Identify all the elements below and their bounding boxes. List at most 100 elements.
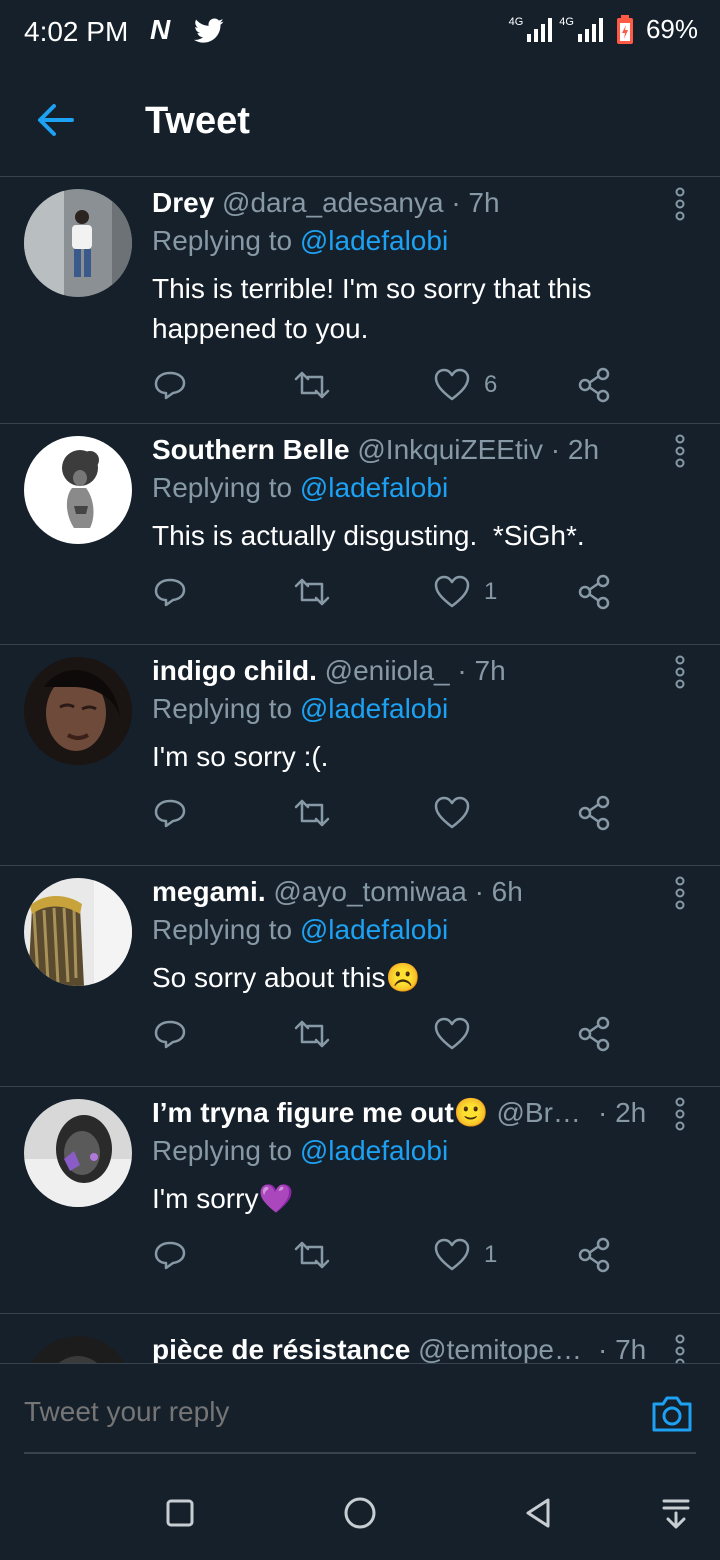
retweet-icon xyxy=(294,578,330,606)
replying-to: Replying to @ladefalobi xyxy=(152,914,449,945)
reply-button[interactable] xyxy=(152,1235,188,1275)
avatar[interactable] xyxy=(24,878,132,986)
tweet-actions: 1 xyxy=(152,572,622,612)
tweet-item[interactable]: I’m tryna figure me out🙂 @Br… · 2h Reply… xyxy=(0,1087,720,1314)
retweet-icon xyxy=(294,371,330,399)
more-options-icon[interactable] xyxy=(670,187,690,221)
tweet-actions: 6 xyxy=(152,365,622,405)
share-button[interactable] xyxy=(576,1014,612,1054)
heart-icon xyxy=(434,368,470,401)
tweet-text: I'm sorry💜 xyxy=(152,1183,294,1214)
like-button[interactable] xyxy=(434,1014,484,1054)
retweet-button[interactable] xyxy=(292,572,332,612)
reply-icon xyxy=(154,371,186,400)
more-options-icon[interactable] xyxy=(670,1097,690,1131)
square-icon[interactable] xyxy=(160,1493,200,1533)
tweet-timestamp: · 7h xyxy=(451,187,500,218)
tweet-item[interactable]: indigo child. @eniiola_ · 7h Replying to… xyxy=(0,645,720,866)
mention-link[interactable]: @ladefalobi xyxy=(300,693,448,724)
tweet-author-handle: @InkquiZEEtiv xyxy=(357,434,543,465)
reply-icon xyxy=(154,1241,186,1270)
tweet-author-name[interactable]: Drey xyxy=(152,187,214,218)
tweet-reply-input[interactable] xyxy=(24,1388,624,1436)
like-button[interactable] xyxy=(434,793,484,833)
heart-icon xyxy=(434,575,470,608)
network-type-label: 4G xyxy=(508,15,524,28)
avatar[interactable] xyxy=(24,1099,132,1207)
notification-pull-icon[interactable] xyxy=(656,1493,696,1533)
heart-icon xyxy=(434,1238,470,1271)
reply-button[interactable] xyxy=(152,365,188,405)
composer-divider xyxy=(24,1452,696,1454)
tweet-actions: 1 xyxy=(152,1235,622,1275)
more-options-icon[interactable] xyxy=(670,876,690,910)
tweet-item[interactable]: pièce de résistance @temitope… · 7h xyxy=(0,1314,720,1363)
like-button[interactable]: 1 xyxy=(434,1235,497,1275)
tweet-author-name[interactable]: Southern Belle xyxy=(152,434,350,465)
replying-to: Replying to @ladefalobi xyxy=(152,472,449,503)
reply-button[interactable] xyxy=(152,572,188,612)
reply-button[interactable] xyxy=(152,1014,188,1054)
tweet-author-handle: @ayo_tomiwaa xyxy=(273,876,467,907)
battery-icon xyxy=(616,14,633,44)
tweet-text: This is terrible! I'm so sorry that this… xyxy=(152,273,592,344)
camera-icon[interactable] xyxy=(650,1394,694,1434)
mention-link[interactable]: @ladefalobi xyxy=(300,1135,448,1166)
share-button[interactable] xyxy=(576,793,612,833)
retweet-icon xyxy=(294,1241,330,1269)
like-count: 1 xyxy=(484,1241,498,1268)
tweet-item[interactable]: Southern Belle @InkquiZEEtiv · 2h Replyi… xyxy=(0,424,720,645)
tweet-timestamp: · 6h xyxy=(474,876,523,907)
more-options-icon[interactable] xyxy=(670,434,690,468)
share-icon xyxy=(578,574,610,610)
avatar[interactable] xyxy=(24,1336,132,1363)
share-icon xyxy=(578,1237,610,1273)
tweet-item[interactable]: Drey @dara_adesanya · 7h Replying to @la… xyxy=(0,177,720,424)
tweet-author-name[interactable]: indigo child. xyxy=(152,655,317,686)
like-button[interactable]: 1 xyxy=(434,572,497,612)
tweet-timestamp: · 7h xyxy=(457,655,506,686)
tweet-text: I'm so sorry :(. xyxy=(152,741,329,772)
network-type-label-2: 4G xyxy=(559,15,574,28)
mention-link[interactable]: @ladefalobi xyxy=(300,225,448,256)
share-icon xyxy=(578,367,610,403)
share-button[interactable] xyxy=(576,572,612,612)
tweet-author-handle: @dara_adesanya xyxy=(222,187,444,218)
avatar[interactable] xyxy=(24,657,132,765)
tweet-author-name[interactable]: pièce de résistance xyxy=(152,1334,410,1363)
replying-to: Replying to @ladefalobi xyxy=(152,693,449,724)
tweet-author-handle: @temitope… xyxy=(418,1334,582,1363)
share-icon xyxy=(578,1016,610,1052)
more-options-icon[interactable] xyxy=(670,655,690,689)
tweet-author-name[interactable]: megami. xyxy=(152,876,266,907)
like-button[interactable]: 6 xyxy=(434,365,497,405)
retweet-button[interactable] xyxy=(292,1235,332,1275)
more-options-icon[interactable] xyxy=(670,1334,690,1363)
tweet-timestamp: · 2h xyxy=(550,434,600,465)
tweet-timestamp: · 7h xyxy=(598,1334,647,1363)
retweet-button[interactable] xyxy=(292,365,332,405)
share-button[interactable] xyxy=(576,1235,612,1275)
reply-icon xyxy=(154,799,186,828)
avatar[interactable] xyxy=(24,436,132,544)
mention-link[interactable]: @ladefalobi xyxy=(300,914,448,945)
share-icon xyxy=(578,795,610,831)
reply-feed[interactable]: Drey @dara_adesanya · 7h Replying to @la… xyxy=(0,177,720,1363)
reply-button[interactable] xyxy=(152,793,188,833)
retweet-icon xyxy=(294,1020,330,1048)
tweet-author-name[interactable]: I’m tryna figure me out🙂 xyxy=(152,1097,489,1128)
mention-link[interactable]: @ladefalobi xyxy=(300,472,448,503)
retweet-button[interactable] xyxy=(292,1014,332,1054)
top-app-bar: Tweet xyxy=(0,64,720,177)
system-nav-bar xyxy=(0,1463,720,1560)
circle-icon[interactable] xyxy=(340,1493,380,1533)
signal-icon-2 xyxy=(577,17,603,42)
avatar[interactable] xyxy=(24,189,132,297)
retweet-button[interactable] xyxy=(292,793,332,833)
status-time: 4:02 PM xyxy=(24,16,129,47)
share-button[interactable] xyxy=(576,365,612,405)
arrow-left-icon[interactable] xyxy=(36,102,76,138)
status-bar: 4:02 PM N 4G 4G 69% xyxy=(0,0,720,64)
triangle-back-icon[interactable] xyxy=(518,1493,558,1533)
tweet-item[interactable]: megami. @ayo_tomiwaa · 6h Replying to @l… xyxy=(0,866,720,1087)
